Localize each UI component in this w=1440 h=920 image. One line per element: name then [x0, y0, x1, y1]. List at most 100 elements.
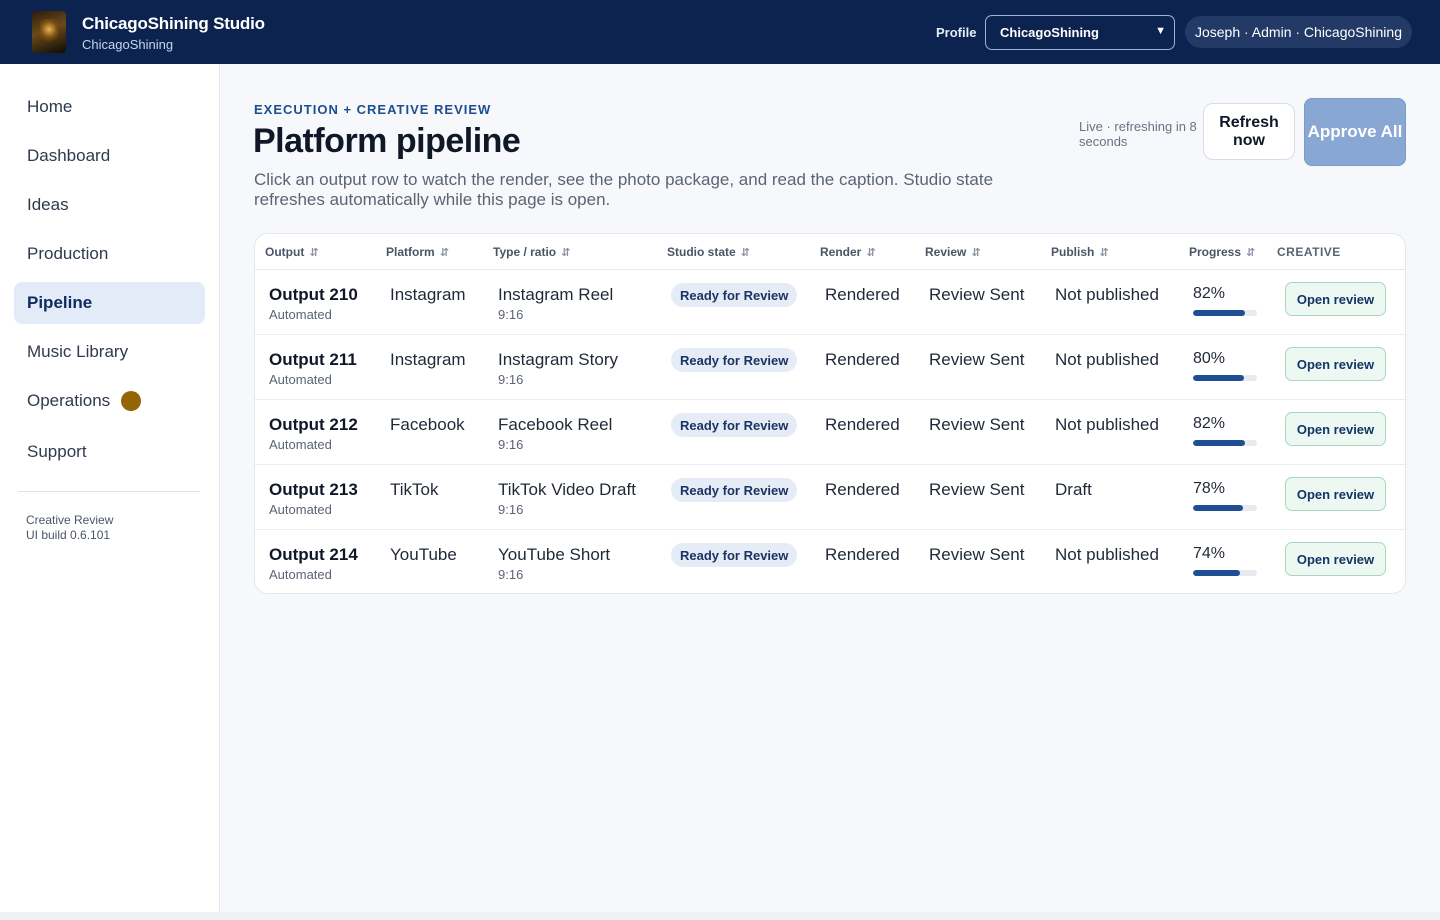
table-row[interactable]: Output 213 Automated TikTok TikTok Video…	[255, 465, 1405, 530]
refresh-now-button[interactable]: Refresh now	[1203, 103, 1295, 160]
review-cell: Review Sent	[929, 545, 1025, 564]
header-label: Platform	[386, 245, 435, 259]
render-cell: Rendered	[825, 350, 900, 369]
sidebar-item-label: Operations	[27, 391, 111, 410]
progress-value: 78%	[1193, 480, 1226, 497]
page-title: Platform pipeline	[253, 122, 521, 160]
sort-icon: ⇵	[561, 246, 571, 259]
progress-bar	[1193, 375, 1257, 381]
main-content: EXECUTION + CREATIVE REVIEW Platform pip…	[220, 64, 1440, 912]
review-cell: Review Sent	[929, 415, 1025, 434]
status-badge: Ready for Review	[671, 543, 798, 567]
sidebar-divider	[18, 491, 200, 492]
open-review-button[interactable]: Open review	[1285, 347, 1386, 381]
column-header-progress[interactable]: Progress ⇵	[1189, 245, 1255, 259]
output-source: Automated	[269, 567, 332, 582]
progress-bar-fill	[1193, 310, 1246, 316]
output-name: Output 212	[269, 415, 358, 434]
sidebar-item-dashboard[interactable]: Dashboard	[14, 135, 205, 177]
status-badge: Ready for Review	[671, 283, 798, 307]
sidebar-item-operations[interactable]: Operations	[14, 380, 205, 422]
build-info: Creative Review UI build 0.6.101	[26, 513, 113, 543]
platform-cell: TikTok	[390, 480, 439, 499]
column-header-output[interactable]: Output ⇵	[265, 245, 319, 259]
top-bar: ChicagoShining Studio ChicagoShining Pro…	[0, 0, 1440, 64]
progress-bar-fill	[1193, 505, 1243, 511]
column-header-studio-state[interactable]: Studio state ⇵	[667, 245, 750, 259]
header-label: Studio state	[667, 245, 736, 259]
column-header-render[interactable]: Render ⇵	[820, 245, 876, 259]
column-header-publish[interactable]: Publish ⇵	[1051, 245, 1109, 259]
sort-icon: ⇵	[1099, 246, 1109, 259]
user-menu[interactable]: Joseph · Admin · ChicagoShining	[1185, 16, 1412, 48]
type-cell: YouTube Short	[498, 545, 611, 564]
progress-bar-fill	[1193, 375, 1245, 381]
column-header-review[interactable]: Review ⇵	[925, 245, 981, 259]
render-cell: Rendered	[825, 480, 900, 499]
sort-icon: ⇵	[439, 246, 449, 259]
platform-cell: Facebook	[390, 415, 465, 434]
sidebar-item-support[interactable]: Support	[14, 431, 205, 473]
ratio-cell: 9:16	[498, 372, 524, 387]
sidebar-item-home[interactable]: Home	[14, 86, 205, 128]
sidebar-item-music-library[interactable]: Music Library	[14, 331, 205, 373]
review-cell: Review Sent	[929, 350, 1025, 369]
output-name: Output 213	[269, 480, 358, 499]
open-review-button[interactable]: Open review	[1285, 477, 1386, 511]
progress-bar	[1193, 440, 1257, 446]
sidebar-item-ideas[interactable]: Ideas	[14, 184, 205, 226]
publish-cell: Not published	[1055, 350, 1159, 369]
output-source: Automated	[269, 502, 332, 517]
brand: ChicagoShining Studio ChicagoShining	[82, 14, 265, 52]
progress-bar-fill	[1193, 440, 1246, 446]
publish-cell: Draft	[1055, 480, 1092, 499]
publish-cell: Not published	[1055, 285, 1159, 304]
type-cell: Instagram Reel	[498, 285, 614, 304]
output-name: Output 210	[269, 285, 358, 304]
type-cell: Facebook Reel	[498, 415, 613, 434]
output-source: Automated	[269, 307, 332, 322]
header-label: Output	[265, 245, 305, 259]
approve-all-button[interactable]: Approve All	[1304, 98, 1406, 166]
review-cell: Review Sent	[929, 285, 1025, 304]
progress-bar	[1193, 505, 1257, 511]
sort-icon: ⇵	[971, 246, 981, 259]
sort-icon: ⇵	[866, 246, 876, 259]
column-header-platform[interactable]: Platform ⇵	[386, 245, 449, 259]
progress-bar	[1193, 570, 1257, 576]
status-badge: Ready for Review	[671, 478, 798, 502]
section-eyebrow: EXECUTION + CREATIVE REVIEW	[254, 102, 492, 117]
table-row[interactable]: Output 211 Automated Instagram Instagram…	[255, 335, 1405, 400]
publish-cell: Not published	[1055, 415, 1159, 434]
bottom-edge	[0, 912, 1440, 920]
table-row[interactable]: Output 212 Automated Facebook Facebook R…	[255, 400, 1405, 465]
header-label: Type / ratio	[493, 245, 557, 259]
open-review-button[interactable]: Open review	[1285, 282, 1386, 316]
pipeline-table: Output ⇵ Platform ⇵ Type / ratio ⇵ Studio s…	[254, 233, 1406, 594]
column-header-type[interactable]: Type / ratio ⇵	[493, 245, 570, 259]
render-cell: Rendered	[825, 415, 900, 434]
table-row[interactable]: Output 210 Automated Instagram Instagram…	[255, 270, 1405, 335]
sidebar: Home Dashboard Ideas Production Pipeline…	[0, 64, 220, 912]
progress-bar-fill	[1193, 570, 1241, 576]
sort-icon: ⇵	[1246, 246, 1256, 259]
status-badge: Ready for Review	[671, 413, 798, 437]
open-review-button[interactable]: Open review	[1285, 412, 1386, 446]
ratio-cell: 9:16	[498, 502, 524, 517]
sidebar-item-production[interactable]: Production	[14, 233, 205, 275]
sort-icon: ⇵	[740, 246, 750, 259]
progress-value: 80%	[1193, 350, 1226, 367]
open-review-button[interactable]: Open review	[1285, 542, 1386, 576]
brand-logo-icon[interactable]	[32, 11, 66, 53]
status-badge: Ready for Review	[671, 348, 798, 372]
progress-value: 82%	[1193, 285, 1226, 302]
output-source: Automated	[269, 437, 332, 452]
ratio-cell: 9:16	[498, 307, 524, 322]
output-name: Output 211	[269, 350, 357, 369]
type-cell: TikTok Video Draft	[498, 480, 636, 499]
profile-select[interactable]: ChicagoShining ▼	[985, 15, 1175, 50]
header-label: Publish	[1051, 245, 1095, 259]
type-cell: Instagram Story	[498, 350, 618, 369]
sidebar-item-pipeline[interactable]: Pipeline	[14, 282, 205, 324]
table-row[interactable]: Output 214 Automated YouTube YouTube Sho…	[255, 530, 1405, 593]
